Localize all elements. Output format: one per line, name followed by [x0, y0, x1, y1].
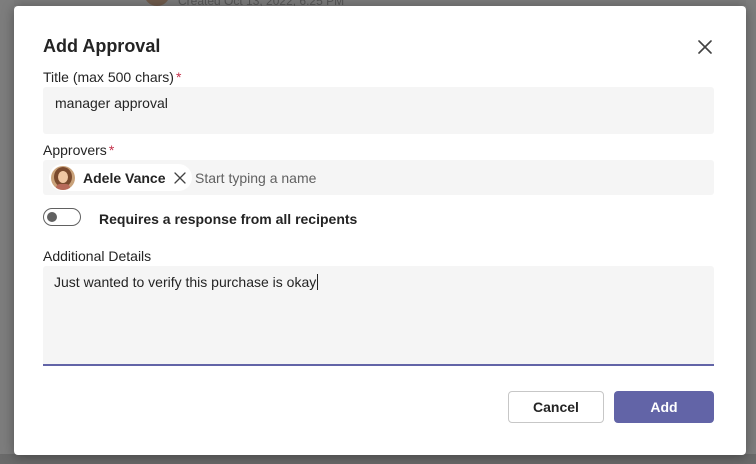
toggle-knob — [47, 212, 57, 222]
details-text-wrapper: Just wanted to verify this purchase is o… — [54, 274, 319, 290]
details-textarea[interactable]: Just wanted to verify this purchase is o… — [43, 266, 714, 366]
required-marker: * — [108, 142, 115, 158]
approvers-label-text: Approvers — [43, 142, 107, 158]
title-field[interactable]: manager approval — [43, 87, 714, 134]
add-button[interactable]: Add — [614, 391, 714, 423]
text-caret — [317, 274, 319, 290]
add-approval-dialog: Add Approval Title (max 500 chars) * mana… — [14, 6, 746, 455]
approver-chip-name: Adele Vance — [83, 169, 166, 186]
remove-approver-icon[interactable] — [173, 171, 186, 184]
user-avatar — [51, 165, 75, 190]
approvers-label: Approvers * — [43, 142, 114, 158]
approver-chip: Adele Vance — [49, 164, 192, 191]
approvers-field[interactable]: Adele Vance — [43, 160, 714, 195]
approver-search-input[interactable] — [193, 167, 697, 189]
require-all-toggle-label: Requires a response from all recipents — [99, 211, 358, 227]
cancel-button[interactable]: Cancel — [508, 391, 604, 423]
background-bottom — [0, 454, 756, 464]
dialog-title: Add Approval — [43, 36, 161, 56]
required-marker: * — [175, 69, 182, 85]
require-all-toggle[interactable] — [43, 208, 81, 226]
close-icon — [698, 40, 712, 54]
background-left-strip — [0, 0, 14, 464]
title-label-text: Title (max 500 chars) — [43, 69, 174, 85]
title-field-value: manager approval — [55, 95, 168, 111]
title-field-label: Title (max 500 chars) * — [43, 69, 181, 85]
close-button[interactable] — [694, 36, 716, 58]
details-label: Additional Details — [43, 248, 152, 264]
details-text: Just wanted to verify this purchase is o… — [54, 274, 317, 290]
background-right-strip — [746, 0, 756, 464]
